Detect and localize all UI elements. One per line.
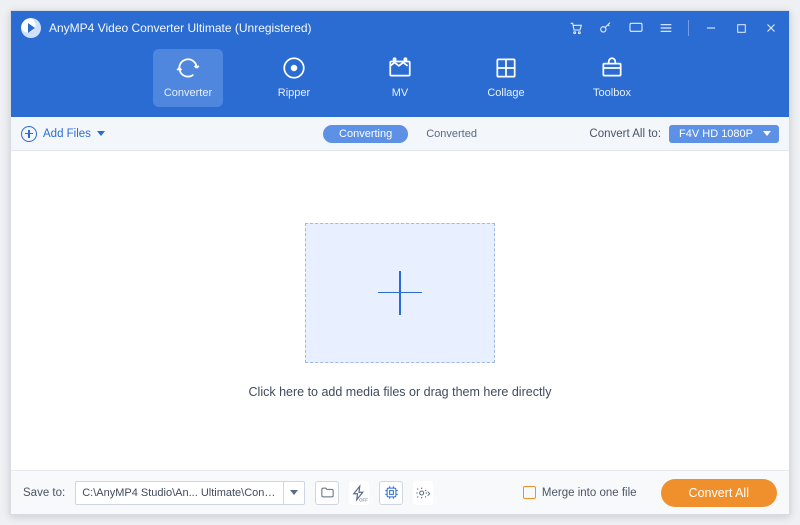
plus-icon xyxy=(378,271,422,315)
secondary-bar: Add Files Converting Converted Convert A… xyxy=(11,117,789,151)
nav-tab-converter[interactable]: Converter xyxy=(153,49,223,107)
nav-label: Ripper xyxy=(278,87,310,99)
save-to-label: Save to: xyxy=(23,487,65,499)
merge-label: Merge into one file xyxy=(542,487,637,499)
divider xyxy=(283,482,284,504)
nav-label: MV xyxy=(392,87,409,99)
header: AnyMP4 Video Converter Ultimate (Unregis… xyxy=(11,11,789,117)
chevron-down-icon xyxy=(290,490,298,495)
merge-checkbox[interactable]: Merge into one file xyxy=(523,486,637,499)
output-format-value: F4V HD 1080P xyxy=(679,128,753,140)
footer-bar: Save to: C:\AnyMP4 Studio\An... Ultimate… xyxy=(11,470,789,514)
menu-icon[interactable] xyxy=(658,20,674,36)
maximize-button[interactable] xyxy=(733,20,749,36)
add-files-label: Add Files xyxy=(43,128,91,140)
hardware-accel-toggle[interactable]: OFF xyxy=(349,481,369,505)
settings-button[interactable] xyxy=(413,481,433,505)
convert-all-button[interactable]: Convert All xyxy=(661,479,777,507)
dropzone-hint: Click here to add media files or drag th… xyxy=(249,385,552,399)
add-files-button[interactable]: Add Files xyxy=(21,126,105,142)
status-tabs: Converting Converted xyxy=(323,125,477,143)
collage-icon xyxy=(493,55,519,81)
nav-tab-ripper[interactable]: Ripper xyxy=(259,49,329,107)
convert-all-to-label: Convert All to: xyxy=(589,128,661,140)
main-nav: Converter Ripper MV Collage xyxy=(11,45,789,117)
svg-text:OFF: OFF xyxy=(359,497,368,502)
chevron-down-icon xyxy=(763,131,771,136)
nav-label: Toolbox xyxy=(593,87,631,99)
feedback-icon[interactable] xyxy=(628,20,644,36)
save-path-select[interactable]: C:\AnyMP4 Studio\An... Ultimate\Converte… xyxy=(75,481,305,505)
toolbox-icon xyxy=(599,55,625,81)
converter-icon xyxy=(175,55,201,81)
app-logo-icon xyxy=(21,18,41,38)
gpu-accel-button[interactable] xyxy=(379,481,403,505)
nav-label: Converter xyxy=(164,87,212,99)
nav-tab-mv[interactable]: MV xyxy=(365,49,435,107)
tab-converted[interactable]: Converted xyxy=(426,128,477,140)
mv-icon xyxy=(387,55,413,81)
save-path-value: C:\AnyMP4 Studio\An... Ultimate\Converte… xyxy=(82,487,277,499)
output-format-select[interactable]: F4V HD 1080P xyxy=(669,125,779,143)
open-folder-button[interactable] xyxy=(315,481,339,505)
plus-circle-icon xyxy=(21,126,37,142)
main-area: Click here to add media files or drag th… xyxy=(11,151,789,470)
checkbox-icon xyxy=(523,486,536,499)
nav-tab-collage[interactable]: Collage xyxy=(471,49,541,107)
titlebar: AnyMP4 Video Converter Ultimate (Unregis… xyxy=(11,11,789,45)
ripper-icon xyxy=(281,55,307,81)
nav-label: Collage xyxy=(487,87,524,99)
cart-icon[interactable] xyxy=(568,20,584,36)
close-button[interactable] xyxy=(763,20,779,36)
app-window: AnyMP4 Video Converter Ultimate (Unregis… xyxy=(10,10,790,515)
tab-converting[interactable]: Converting xyxy=(323,125,408,143)
convert-all-to: Convert All to: F4V HD 1080P xyxy=(589,125,779,143)
minimize-button[interactable] xyxy=(703,20,719,36)
key-icon[interactable] xyxy=(598,20,614,36)
file-dropzone[interactable] xyxy=(305,223,495,363)
titlebar-divider xyxy=(688,20,689,36)
window-title: AnyMP4 Video Converter Ultimate (Unregis… xyxy=(49,21,312,35)
chevron-down-icon xyxy=(97,131,105,136)
nav-tab-toolbox[interactable]: Toolbox xyxy=(577,49,647,107)
titlebar-actions xyxy=(568,20,779,36)
